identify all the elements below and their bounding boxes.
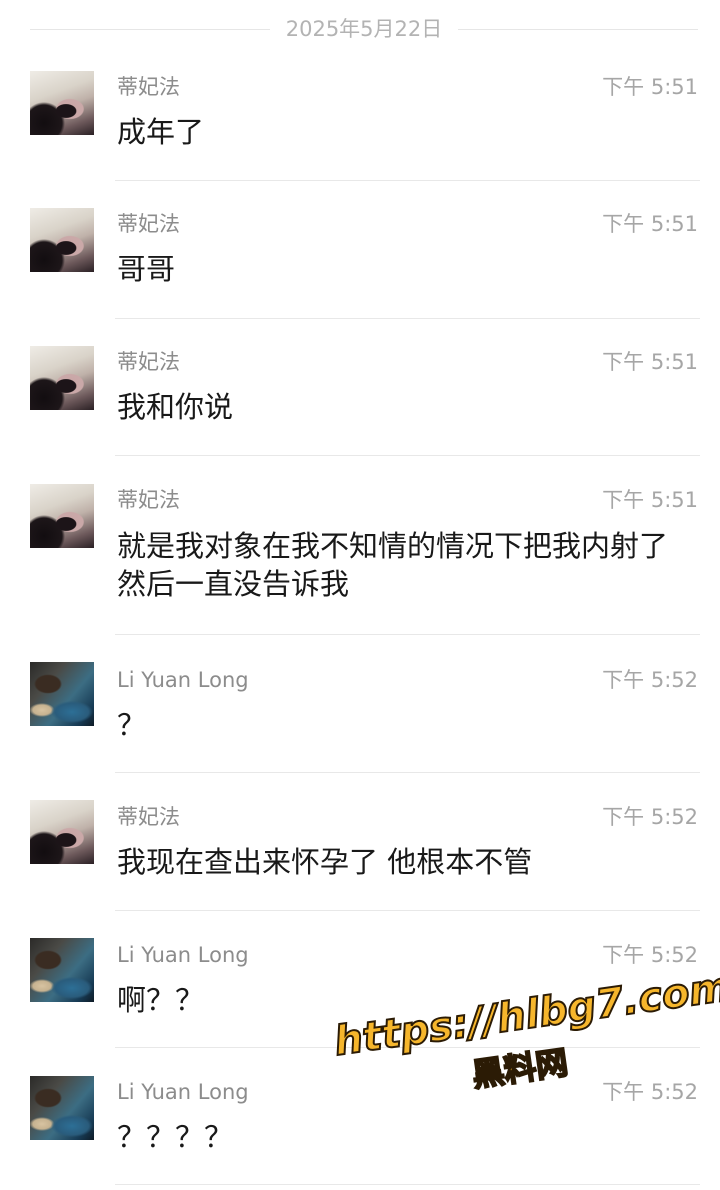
sender-name: Li Yuan Long	[117, 1080, 249, 1104]
message-time: 下午 5:51	[602, 212, 698, 236]
message-text[interactable]: 啊？？	[117, 981, 702, 1019]
sender-name: 蒂妃法	[117, 75, 180, 99]
message-text[interactable]: ？	[117, 706, 702, 744]
sender-name: 蒂妃法	[117, 350, 180, 374]
avatar[interactable]	[30, 71, 94, 135]
message-text[interactable]: 我和你说	[117, 388, 702, 426]
message-text[interactable]: 我现在查出来怀孕了 他根本不管	[117, 843, 702, 881]
message-divider	[115, 1184, 700, 1185]
avatar[interactable]	[30, 1076, 94, 1140]
message-time: 下午 5:52	[602, 805, 698, 829]
message-divider	[115, 180, 700, 181]
avatar[interactable]	[30, 938, 94, 1002]
date-separator-line-left	[30, 29, 270, 30]
sender-name: 蒂妃法	[117, 488, 180, 512]
sender-name: Li Yuan Long	[117, 668, 249, 692]
date-separator: 2025年5月22日	[0, 0, 720, 60]
message-text[interactable]: 哥哥	[117, 250, 702, 288]
message-time: 下午 5:52	[602, 943, 698, 967]
message-time: 下午 5:52	[602, 1080, 698, 1104]
sender-name: 蒂妃法	[117, 212, 180, 236]
message-time: 下午 5:52	[602, 668, 698, 692]
message-time: 下午 5:51	[602, 488, 698, 512]
date-separator-line-right	[458, 29, 698, 30]
message-divider	[115, 318, 700, 319]
avatar[interactable]	[30, 346, 94, 410]
avatar[interactable]	[30, 208, 94, 272]
date-separator-label: 2025年5月22日	[285, 17, 443, 41]
message-divider	[115, 1047, 700, 1048]
message-text[interactable]: 就是我对象在我不知情的情况下把我内射了 然后一直没告诉我	[117, 527, 702, 603]
message-time: 下午 5:51	[602, 75, 698, 99]
message-time: 下午 5:51	[602, 350, 698, 374]
avatar[interactable]	[30, 662, 94, 726]
avatar[interactable]	[30, 484, 94, 548]
message-divider	[115, 634, 700, 635]
avatar[interactable]	[30, 800, 94, 864]
message-divider	[115, 455, 700, 456]
sender-name: Li Yuan Long	[117, 943, 249, 967]
message-text[interactable]: 成年了	[117, 113, 702, 151]
message-text[interactable]: ？？？？	[117, 1118, 702, 1156]
message-divider	[115, 772, 700, 773]
message-divider	[115, 910, 700, 911]
sender-name: 蒂妃法	[117, 805, 180, 829]
